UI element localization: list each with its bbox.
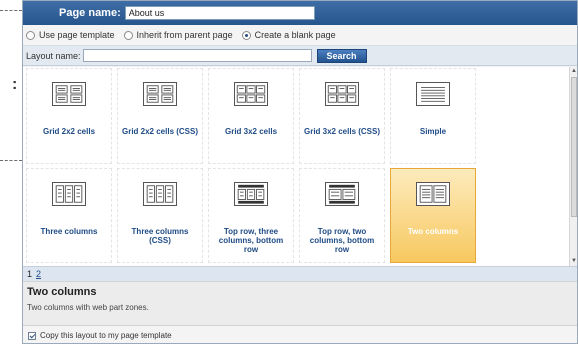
radio-label: Create a blank page (254, 30, 336, 40)
layout-tile-label: Two columns (407, 227, 459, 236)
layout-details: Two columns Two columns with web part zo… (23, 281, 577, 325)
layout-name-label: Layout name: (26, 50, 81, 61)
layout-tile-label: Grid 2x2 cells (CSS) (121, 127, 199, 136)
grid-3x2-icon (234, 82, 268, 106)
layout-tile-label: Grid 3x2 cells (CSS) (303, 127, 381, 136)
scroll-down-arrow-icon[interactable]: ▼ (570, 257, 577, 266)
layout-tile-grid-2x2-css[interactable]: Grid 2x2 cells (CSS) (117, 68, 203, 164)
radio-blank-page[interactable]: Create a blank page (241, 30, 336, 40)
layout-tile-simple[interactable]: Simple (390, 68, 476, 164)
scroll-thumb[interactable] (571, 77, 577, 217)
layout-tile-two-columns[interactable]: Two columns (390, 168, 476, 263)
grid-2x2-icon (143, 82, 177, 106)
grid-2x2-icon (52, 82, 86, 106)
layout-tile-label: Grid 2x2 cells (42, 127, 96, 136)
simple-layout-icon (416, 82, 450, 106)
copy-layout-checkbox[interactable] (28, 331, 36, 340)
layout-name-input[interactable] (82, 49, 312, 62)
grid-3x2-icon (325, 82, 359, 106)
radio-label: Inherit from parent page (136, 30, 233, 40)
layout-tile-three-columns[interactable]: Three columns (26, 168, 112, 263)
scroll-up-arrow-icon[interactable]: ▲ (570, 67, 577, 76)
copy-layout-label: Copy this layout to my page template (40, 331, 172, 340)
pager-current-page: 1 (27, 269, 33, 279)
copy-layout-option[interactable]: Copy this layout to my page template (23, 325, 577, 343)
page-type-options: Use page template Inherit from parent pa… (23, 25, 577, 46)
layout-tile-grid-2x2[interactable]: Grid 2x2 cells (26, 68, 112, 164)
layout-tile-label: Three columns (CSS) (131, 227, 189, 245)
selected-layout-title: Two columns (27, 286, 97, 298)
selected-layout-description: Two columns with web part zones. (27, 303, 149, 312)
layout-tile-label: Top row, three columns, bottom row (218, 227, 284, 254)
layout-grid-scrollbar[interactable]: ▲ ▼ (569, 67, 577, 266)
three-columns-icon (52, 182, 86, 206)
layout-tile-grid-3x2-css[interactable]: Grid 3x2 cells (CSS) (299, 68, 385, 164)
radio-label: Use page template (39, 30, 115, 40)
search-button[interactable]: Search (316, 48, 367, 63)
radio-inherit-parent[interactable]: Inherit from parent page (123, 30, 233, 40)
top-two-bottom-icon (325, 182, 359, 206)
layout-search-bar: Layout name: Search (23, 46, 577, 66)
connector-line-top (0, 10, 22, 11)
layout-tile-grid-3x2[interactable]: Grid 3x2 cells (208, 68, 294, 164)
layout-tile-label: Grid 3x2 cells (224, 127, 278, 136)
page-name-label: Page name: (59, 7, 121, 19)
top-three-bottom-icon (234, 182, 268, 206)
radio-button[interactable] (123, 30, 133, 40)
page-name-header: Page name: (23, 1, 577, 25)
layout-tile-label: Top row, two columns, bottom row (309, 227, 375, 254)
layout-pager: 1 2 (23, 266, 577, 281)
three-columns-icon (143, 182, 177, 206)
radio-button-checked[interactable] (241, 30, 251, 40)
connector-line-bottom (0, 160, 22, 161)
new-page-panel: Page name: Use page template Inherit fro… (22, 0, 578, 344)
layout-tile-top-two-bottom[interactable]: Top row, two columns, bottom row (299, 168, 385, 263)
layout-tile-label: Three columns (40, 227, 98, 236)
page-name-input[interactable] (124, 6, 315, 20)
connector-marker: : (12, 76, 18, 93)
layout-tile-three-columns-css[interactable]: Three columns (CSS) (117, 168, 203, 263)
radio-button[interactable] (26, 30, 35, 40)
pager-page-link[interactable]: 2 (36, 269, 41, 279)
layout-grid: Grid 2x2 cells Grid 2x2 cells (CSS) Grid… (23, 67, 577, 266)
layout-tile-top-three-bottom[interactable]: Top row, three columns, bottom row (208, 168, 294, 263)
layout-tile-label: Simple (419, 127, 447, 136)
two-columns-icon (416, 182, 450, 206)
radio-use-template[interactable]: Use page template (26, 30, 115, 40)
